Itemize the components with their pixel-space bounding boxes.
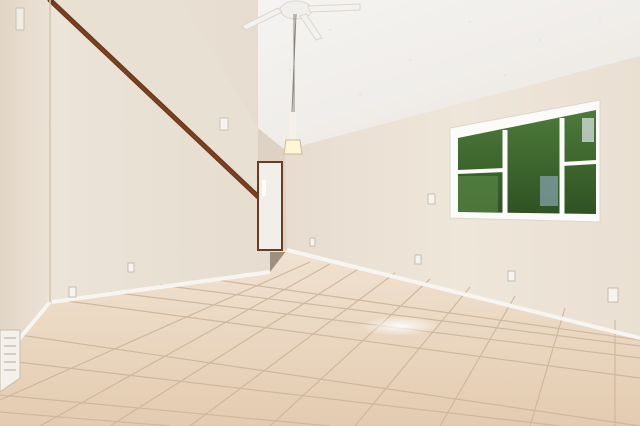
room-photo (0, 0, 640, 426)
outlet-right-1 (414, 254, 422, 265)
room-illustration (0, 0, 640, 426)
outlet-right-2 (507, 270, 516, 282)
thermostat (15, 7, 25, 31)
floor-light-glare (360, 316, 440, 336)
outlet-left (68, 286, 77, 298)
doorway (258, 162, 282, 250)
outlet-stair (127, 262, 135, 273)
light-switch-stair (219, 117, 229, 131)
outlet-right-3 (607, 287, 619, 303)
outlet-back (309, 237, 316, 247)
switch-right (427, 193, 436, 205)
left-wall (0, 0, 50, 360)
